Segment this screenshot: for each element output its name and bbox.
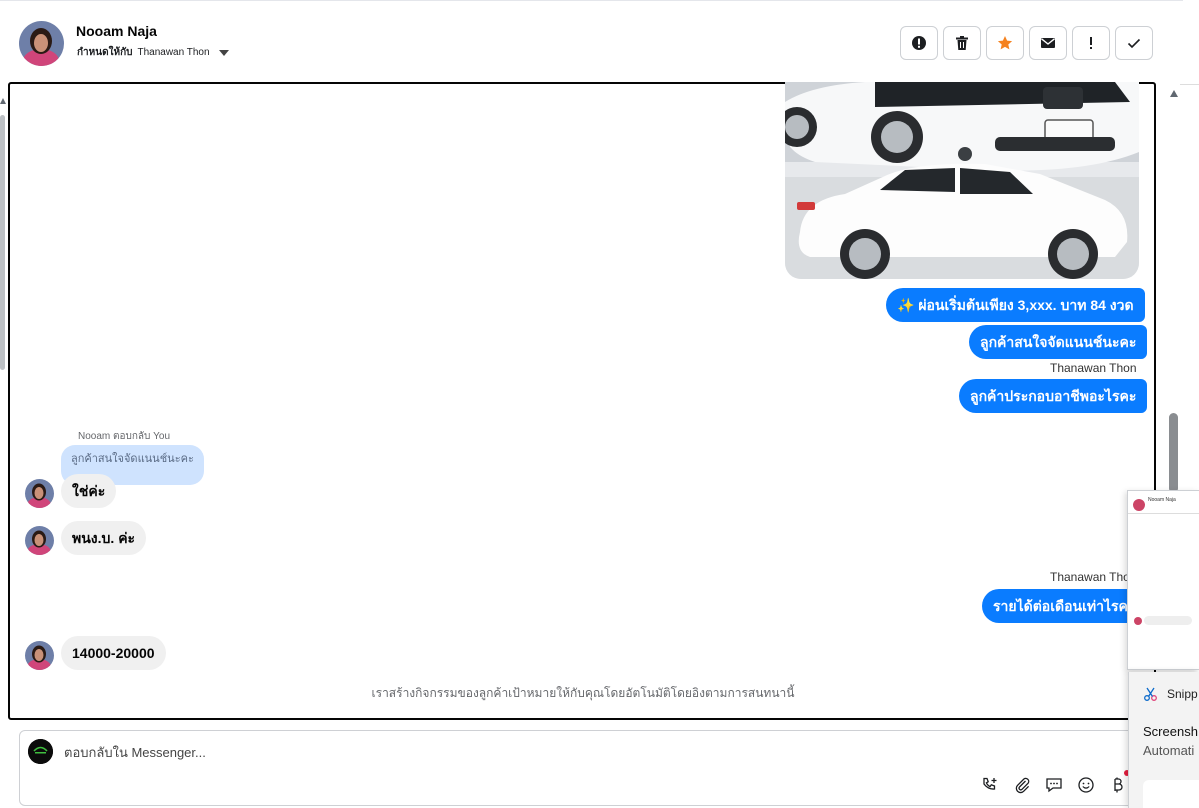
paperclip-icon[interactable] — [1012, 775, 1032, 795]
message-outgoing[interactable]: ✨ ผ่อนเริ่มต้นเพียง 3,xxx. บาท 84 งวด — [886, 288, 1145, 322]
thread-scrollbar-thumb[interactable] — [1169, 413, 1178, 493]
delete-button[interactable] — [943, 26, 981, 60]
left-panel-scrollbar[interactable] — [0, 115, 5, 370]
message-incoming[interactable]: ใช่ค่ะ — [61, 474, 117, 508]
scissors-icon — [1144, 687, 1157, 701]
emoji-icon[interactable] — [1076, 775, 1096, 795]
messenger-inbox-window: Nooam Naja กำหนดให้กับ Thanawan Thon ✨ ผ… — [0, 0, 1199, 808]
caret-down-icon — [218, 49, 229, 56]
conversation-header: Nooam Naja กำหนดให้กับ Thanawan Thon — [0, 0, 1183, 82]
assignee-selector[interactable]: กำหนดให้กับ Thanawan Thon — [77, 45, 229, 60]
reply-composer — [19, 730, 1134, 806]
divider — [1128, 513, 1199, 514]
snip-subtitle: Automati — [1143, 743, 1195, 758]
snipping-tool-notification[interactable]: Snipp Screensh Automati — [1128, 672, 1199, 808]
reply-label: Nooam ตอบกลับ You — [78, 431, 171, 442]
mini-avatar — [1134, 617, 1142, 625]
saved-replies-icon[interactable] — [1044, 775, 1064, 795]
reply-input[interactable] — [64, 745, 664, 760]
system-note: เราสร้างกิจกรรมของลูกค้าเป้าหมายให้กับคุ… — [371, 686, 795, 700]
exclamation-icon — [1090, 37, 1092, 49]
mini-contact-name: Nooam Naja — [1148, 497, 1176, 503]
mark-done-button[interactable] — [1115, 26, 1153, 60]
contact-avatar[interactable] — [25, 641, 54, 670]
follow-up-button[interactable] — [1072, 26, 1110, 60]
scroll-up-arrow-icon[interactable] — [1170, 90, 1178, 97]
page-avatar — [28, 739, 53, 764]
snip-preview-card[interactable] — [1143, 780, 1199, 808]
snip-title: Screensh — [1143, 724, 1198, 739]
snip-app-name: Snipp — [1167, 687, 1198, 701]
sender-label: Thanawan Thon — [1050, 570, 1137, 584]
mark-unread-button[interactable] — [1029, 26, 1067, 60]
trash-icon — [956, 36, 968, 50]
message-incoming[interactable]: พนง.บ. ค่ะ — [61, 521, 147, 555]
composer-actions — [980, 775, 1128, 795]
contact-avatar[interactable] — [19, 21, 64, 66]
scroll-up-arrow-icon[interactable] — [0, 98, 6, 104]
mini-bubble — [1144, 616, 1192, 625]
divider — [1180, 84, 1199, 85]
message-incoming[interactable]: 14000-20000 — [61, 636, 166, 670]
spam-icon — [912, 36, 926, 50]
baht-payment-icon[interactable] — [1108, 775, 1128, 795]
mini-avatar — [1133, 499, 1145, 511]
message-outgoing[interactable]: ลูกค้าสนใจจัดแนนช์นะคะ — [969, 325, 1148, 359]
star-button[interactable] — [986, 26, 1024, 60]
contact-avatar[interactable] — [25, 479, 54, 508]
message-outgoing[interactable]: รายได้ต่อเดือนเท่าไรคะ — [982, 589, 1147, 623]
assignee-name: Thanawan Thon — [137, 47, 210, 58]
mark-spam-button[interactable] — [900, 26, 938, 60]
checkmark-icon — [1127, 38, 1141, 49]
phone-plus-icon[interactable] — [980, 775, 1000, 795]
message-outgoing[interactable]: ลูกค้าประกอบอาชีพอะไรคะ — [959, 379, 1148, 413]
screenshot-preview-thumbnail[interactable]: Nooam Naja — [1127, 490, 1199, 670]
star-icon — [997, 36, 1013, 50]
sender-label: Thanawan Thon — [1050, 361, 1137, 375]
contact-name: Nooam Naja — [76, 23, 157, 39]
contact-avatar[interactable] — [25, 526, 54, 555]
envelope-icon — [1041, 38, 1055, 48]
car-photo-attachment[interactable] — [785, 82, 1139, 279]
conversation-toolbar — [900, 26, 1153, 60]
assign-prefix: กำหนดให้กับ — [77, 47, 133, 58]
snip-app-row: Snipp — [1143, 686, 1198, 702]
